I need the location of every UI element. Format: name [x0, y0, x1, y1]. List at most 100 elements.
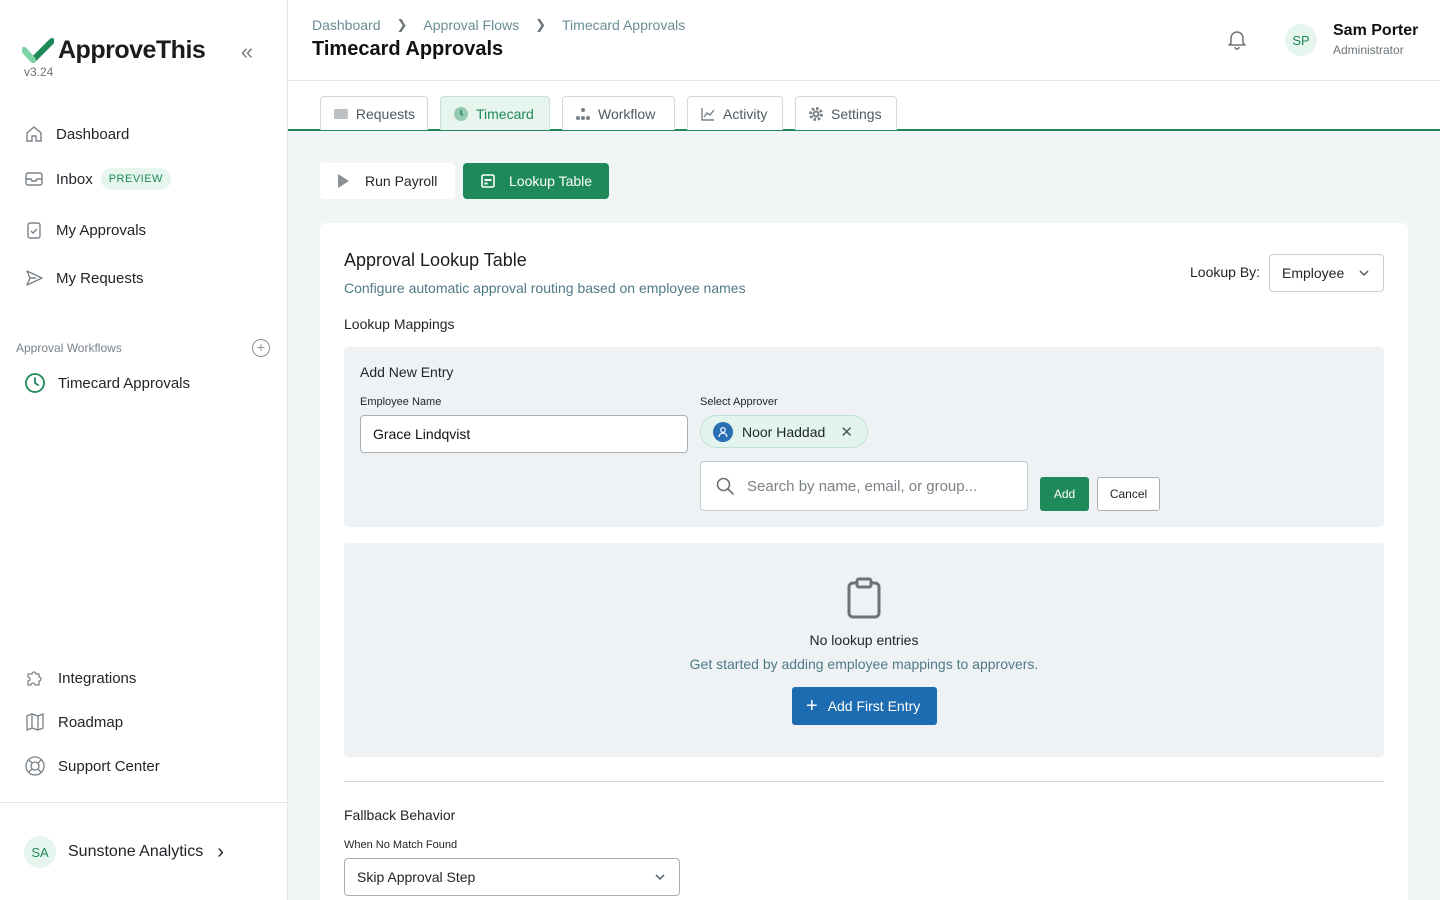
- chart-line-icon: [701, 107, 715, 121]
- sidebar-item-label: Support Center: [58, 757, 160, 775]
- run-payroll-label: Run Payroll: [365, 173, 438, 189]
- breadcrumb-timecard-approvals[interactable]: Timecard Approvals: [562, 17, 685, 33]
- empty-state-subtitle: Get started by adding employee mappings …: [689, 656, 1039, 672]
- avatar[interactable]: SP: [1285, 24, 1317, 56]
- checkmark-logo-icon: [22, 37, 54, 63]
- employee-name-input[interactable]: [360, 415, 688, 453]
- empty-state-title: No lookup entries: [809, 632, 919, 648]
- tab-requests[interactable]: Requests: [320, 96, 428, 130]
- sidebar-item-my-approvals[interactable]: My Approvals: [24, 220, 146, 240]
- sidebar-divider: [0, 802, 287, 803]
- inbox-icon: [25, 172, 43, 186]
- top-header: Dashboard ❯ Approval Flows ❯ Timecard Ap…: [288, 0, 1440, 81]
- sidebar-item-timecard-approvals[interactable]: Timecard Approvals: [24, 372, 190, 394]
- sidebar-item-label: My Approvals: [56, 221, 147, 239]
- approver-chip: Noor Haddad ✕: [700, 415, 868, 448]
- add-entry-title: Add New Entry: [360, 364, 454, 380]
- home-icon: [26, 126, 42, 142]
- add-workflow-icon[interactable]: +: [252, 339, 270, 357]
- select-approver-label: Select Approver: [700, 396, 778, 408]
- lifebuoy-icon: [25, 756, 45, 776]
- tab-label: Activity: [723, 105, 768, 122]
- clock-icon: [25, 373, 45, 393]
- user-icon: [713, 421, 733, 442]
- sidebar-item-label: My Requests: [56, 269, 144, 287]
- tab-settings[interactable]: Settings: [795, 96, 897, 130]
- chevron-right-icon: ❯: [535, 17, 547, 32]
- tab-activity[interactable]: Activity: [687, 96, 783, 130]
- add-entry-button[interactable]: Add: [1040, 477, 1089, 511]
- workflow-icon: [576, 107, 590, 120]
- sidebar: ApproveThis v3.24 « Dashboard Inbox PREV…: [0, 0, 288, 900]
- collapse-sidebar-icon[interactable]: «: [236, 41, 258, 64]
- add-first-entry-button[interactable]: + Add First Entry: [792, 687, 937, 725]
- card-title: Approval Lookup Table: [344, 250, 527, 270]
- add-entry-panel: Add New Entry Employee Name Select Appro…: [344, 347, 1384, 527]
- fallback-select[interactable]: Skip Approval Step: [344, 858, 680, 896]
- send-icon: [26, 270, 43, 286]
- tab-label: Settings: [831, 105, 882, 122]
- add-first-entry-label: Add First Entry: [827, 698, 921, 714]
- puzzle-icon: [27, 671, 42, 686]
- sidebar-item-label: Integrations: [58, 669, 137, 687]
- tab-label: Workflow: [598, 105, 656, 122]
- breadcrumb-dashboard[interactable]: Dashboard: [312, 17, 381, 33]
- preview-badge: PREVIEW: [100, 168, 171, 190]
- tab-timecard[interactable]: Timecard: [440, 96, 550, 130]
- org-name: Sunstone Analytics: [68, 843, 204, 860]
- fallback-title: Fallback Behavior: [344, 807, 456, 823]
- tab-label: Timecard: [476, 105, 534, 122]
- search-icon: [716, 477, 734, 495]
- breadcrumb-approval-flows[interactable]: Approval Flows: [423, 17, 519, 33]
- sidebar-item-roadmap[interactable]: Roadmap: [24, 711, 123, 733]
- sidebar-item-label: Roadmap: [58, 713, 124, 731]
- no-match-label: When No Match Found: [344, 839, 458, 851]
- sidebar-item-integrations[interactable]: Integrations: [24, 667, 136, 689]
- mappings-label: Lookup Mappings: [344, 316, 455, 332]
- lookup-table-button[interactable]: Lookup Table: [463, 163, 609, 199]
- inbox-icon: [333, 108, 348, 119]
- map-icon: [26, 713, 44, 731]
- lookup-by-select[interactable]: Employee: [1269, 254, 1384, 292]
- lookup-table-label: Lookup Table: [509, 173, 593, 189]
- approver-search[interactable]: [700, 461, 1028, 511]
- org-switcher[interactable]: SA Sunstone Analytics ›: [24, 836, 224, 868]
- sidebar-item-support-center[interactable]: Support Center: [24, 755, 160, 777]
- brand[interactable]: ApproveThis: [22, 36, 206, 65]
- sidebar-item-dashboard[interactable]: Dashboard: [24, 124, 129, 144]
- app-version: v3.24: [24, 65, 54, 79]
- chevron-down-icon: [655, 874, 665, 881]
- sidebar-item-label: Dashboard: [56, 125, 130, 143]
- tab-bar: Requests Timecard Workflow Activity Sett…: [288, 81, 1440, 131]
- clock-icon: [454, 106, 468, 121]
- remove-approver-close-icon[interactable]: ✕: [840, 423, 853, 441]
- chevron-right-icon: ›: [217, 840, 224, 863]
- clipboard-check-icon: [27, 222, 41, 239]
- chevron-down-icon: [1359, 270, 1369, 277]
- chevron-right-icon: ❯: [396, 17, 408, 32]
- breadcrumb: Dashboard ❯ Approval Flows ❯ Timecard Ap…: [312, 17, 685, 33]
- empty-state: No lookup entries Get started by adding …: [344, 543, 1384, 757]
- tab-label: Requests: [355, 105, 415, 122]
- cancel-button[interactable]: Cancel: [1097, 477, 1160, 511]
- employee-name-label: Employee Name: [360, 396, 442, 408]
- gear-icon: [809, 106, 823, 121]
- plus-icon: +: [806, 695, 818, 717]
- sidebar-item-inbox[interactable]: Inbox PREVIEW: [24, 168, 171, 190]
- approver-chip-label: Noor Haddad: [742, 423, 826, 440]
- org-avatar: SA: [24, 836, 56, 868]
- approver-search-input[interactable]: [747, 477, 1007, 495]
- table-icon: [481, 174, 495, 188]
- tab-workflow[interactable]: Workflow: [562, 96, 675, 130]
- sidebar-item-label: Timecard Approvals: [58, 374, 190, 392]
- card-subtitle: Configure automatic approval routing bas…: [344, 280, 746, 296]
- run-payroll-button[interactable]: Run Payroll: [320, 163, 455, 199]
- divider: [344, 781, 1384, 782]
- user-name[interactable]: Sam Porter: [1333, 22, 1418, 40]
- page-title: Timecard Approvals: [312, 38, 504, 60]
- sidebar-item-my-requests[interactable]: My Requests: [24, 268, 144, 288]
- play-icon: [338, 174, 349, 188]
- sidebar-item-label: Inbox: [56, 170, 93, 188]
- bell-icon[interactable]: [1226, 28, 1248, 50]
- lookup-table-card: Approval Lookup Table Configure automati…: [320, 223, 1408, 900]
